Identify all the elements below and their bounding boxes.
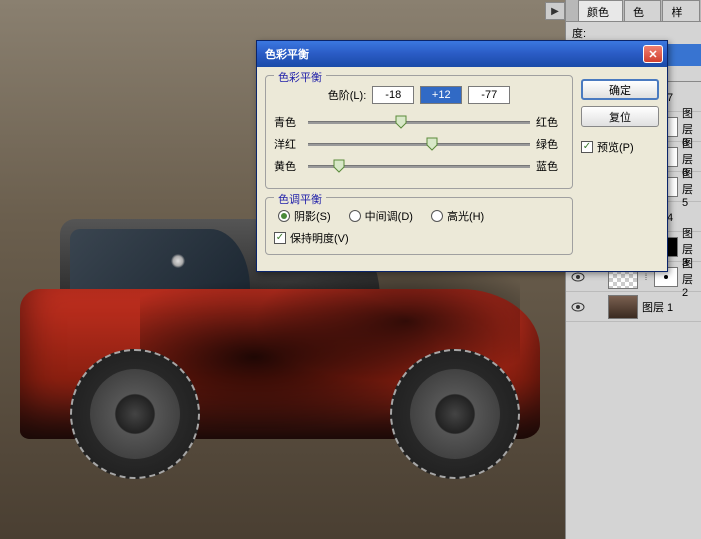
- ok-button[interactable]: 确定: [581, 79, 659, 100]
- layer-name[interactable]: 图层 2: [682, 255, 697, 299]
- slider-label-right: 红色: [536, 114, 564, 130]
- radio-icon: [278, 210, 290, 222]
- slider-track-0[interactable]: [308, 115, 530, 129]
- selection-marquee-left: [70, 349, 200, 479]
- level-input-3[interactable]: [468, 86, 510, 104]
- level-input-2[interactable]: [420, 86, 462, 104]
- layer-row[interactable]: 图层 1: [566, 292, 701, 322]
- color-balance-group: 色彩平衡 色阶(L): 青色 红色洋红 绿色黄色 蓝色: [265, 75, 573, 189]
- close-button[interactable]: ✕: [643, 45, 663, 63]
- radio-icon: [349, 210, 361, 222]
- slider-label-right: 蓝色: [536, 158, 564, 174]
- link-icon: ⁞: [642, 272, 650, 282]
- layer-thumb[interactable]: [608, 295, 638, 319]
- close-icon: ✕: [648, 48, 657, 61]
- hue-label: 度:: [572, 25, 586, 41]
- group-legend: 色彩平衡: [274, 69, 326, 85]
- slider-track-1[interactable]: [308, 137, 530, 151]
- tab-swatches[interactable]: 色板: [624, 0, 662, 21]
- checkbox-icon: ✓: [581, 141, 593, 153]
- group-legend: 色调平衡: [274, 191, 326, 207]
- layer-name[interactable]: 图层 5: [682, 165, 697, 209]
- color-panel-tabs: 颜色× 色板 样式: [566, 0, 701, 22]
- tone-radio[interactable]: 高光(H): [431, 208, 484, 224]
- tone-balance-group: 色调平衡 阴影(S)中间调(D)高光(H) ✓ 保持明度(V): [265, 197, 573, 255]
- dialog-titlebar[interactable]: 色彩平衡 ✕: [257, 41, 667, 67]
- level-input-1[interactable]: [372, 86, 414, 104]
- slider-thumb-icon[interactable]: [395, 115, 407, 129]
- slider-label-left: 青色: [274, 114, 302, 130]
- panel-collapse-arrow-icon[interactable]: ▶: [545, 2, 565, 20]
- slider-label-left: 黄色: [274, 158, 302, 174]
- layer-name[interactable]: 图层 1: [642, 299, 697, 315]
- tab-styles[interactable]: 样式: [662, 0, 700, 21]
- slider-thumb-icon[interactable]: [426, 137, 438, 151]
- reset-button[interactable]: 复位: [581, 106, 659, 127]
- tab-color[interactable]: 颜色×: [578, 0, 623, 21]
- selection-marquee-right: [390, 349, 520, 479]
- dialog-title: 色彩平衡: [265, 46, 643, 62]
- preview-checkbox[interactable]: ✓ 预览(P): [581, 139, 659, 155]
- visibility-eye-icon[interactable]: [570, 299, 586, 315]
- slider-track-2[interactable]: [308, 159, 530, 173]
- slider-label-right: 绿色: [536, 136, 564, 152]
- slider-thumb-icon[interactable]: [333, 159, 345, 173]
- preserve-luminosity-checkbox[interactable]: ✓ 保持明度(V): [274, 230, 564, 246]
- slider-label-left: 洋红: [274, 136, 302, 152]
- level-label: 色阶(L):: [328, 87, 367, 103]
- color-balance-dialog: 色彩平衡 ✕ 色彩平衡 色阶(L): 青色 红色洋红 绿色黄色: [256, 40, 668, 272]
- tone-radio[interactable]: 中间调(D): [349, 208, 413, 224]
- radio-icon: [431, 210, 443, 222]
- checkbox-icon: ✓: [274, 232, 286, 244]
- tone-radio[interactable]: 阴影(S): [278, 208, 331, 224]
